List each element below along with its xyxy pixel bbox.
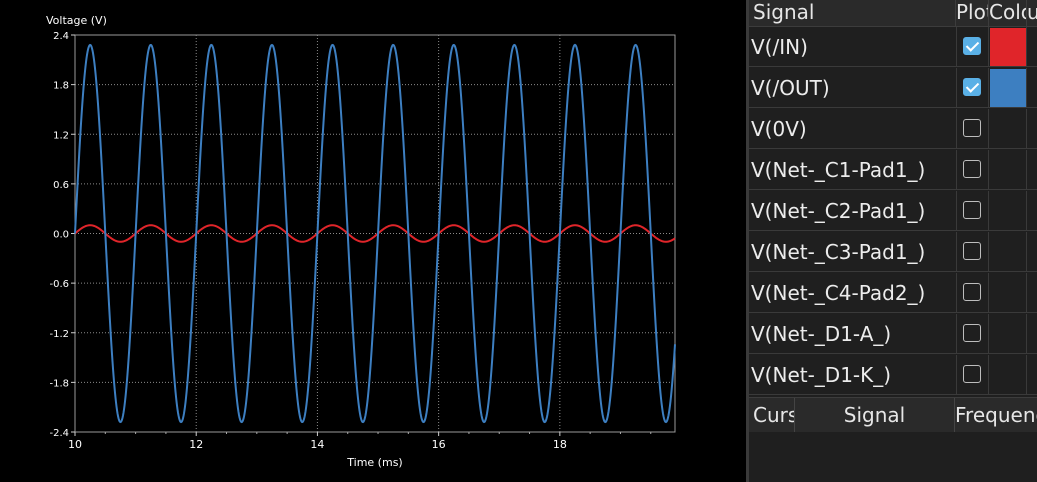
signals-panel: Signal Plot Colour u V(/IN) V(/OUT) V(0V) V… <box>749 0 1037 482</box>
plot-checkbox[interactable] <box>963 324 981 342</box>
extra-cell <box>1027 314 1037 354</box>
plot-cell <box>956 109 989 149</box>
signal-row[interactable]: V(0V) <box>749 109 1037 149</box>
plot-checkbox[interactable] <box>963 201 981 219</box>
y-tick-label: 1.2 <box>53 130 69 141</box>
plot-checkbox[interactable] <box>963 160 981 178</box>
x-tick-label: 18 <box>553 438 567 451</box>
plot-cell <box>956 232 989 272</box>
x-tick-label: 16 <box>432 438 446 451</box>
cursor-column-header[interactable]: Cursor <box>749 398 795 432</box>
colour-cell[interactable] <box>989 109 1027 149</box>
signal-name: V(Net-_C2-Pad1_) <box>751 199 926 223</box>
y-tick-label: 2.4 <box>53 31 69 42</box>
plot-cell <box>956 150 989 190</box>
signal-name: V(Net-_C1-Pad1_) <box>751 158 926 182</box>
extra-cell <box>1027 150 1037 190</box>
signal-row[interactable]: V(Net-_D1-K_) <box>749 355 1037 395</box>
plot-checkbox[interactable] <box>963 365 981 383</box>
plot-cell <box>956 314 989 354</box>
signal-name: V(/IN) <box>751 35 808 59</box>
extra-cell <box>1027 355 1037 395</box>
colour-cell[interactable] <box>989 232 1027 272</box>
y-tick-label: 0.6 <box>53 180 69 191</box>
x-tick-label: 12 <box>189 438 203 451</box>
y-axis-label: Voltage (V) <box>46 14 107 27</box>
signal-name: V(Net-_D1-A_) <box>751 322 892 346</box>
signal-row[interactable]: V(Net-_C1-Pad1_) <box>749 150 1037 190</box>
signal-name: V(Net-_C3-Pad1_) <box>751 240 926 264</box>
signal-row[interactable]: V(/OUT) <box>749 68 1037 108</box>
plot-checkbox[interactable] <box>963 37 981 55</box>
colour-swatch[interactable] <box>990 69 1026 107</box>
colour-cell[interactable] <box>989 273 1027 313</box>
colour-cell[interactable] <box>989 27 1027 67</box>
y-tick-label: 1.8 <box>53 81 69 92</box>
y-axis-ticks: 2.4 1.8 1.2 0.6 0.0 -0.6 -1.2 -1.8 -2.4 <box>49 31 75 439</box>
plot-checkbox[interactable] <box>963 78 981 96</box>
x-axis-ticks: 10 12 14 16 18 <box>68 432 652 451</box>
extra-cell <box>1027 68 1037 108</box>
plot-cell <box>956 273 989 313</box>
colour-cell[interactable] <box>989 355 1027 395</box>
plot-checkbox[interactable] <box>963 283 981 301</box>
x-tick-label: 10 <box>68 438 82 451</box>
signal-name: V(Net-_C4-Pad2_) <box>751 281 926 305</box>
x-axis-label: Time (ms) <box>346 456 402 469</box>
signal-name: V(0V) <box>751 117 807 141</box>
waveform-plot[interactable]: 2.4 1.8 1.2 0.6 0.0 -0.6 -1.2 -1.8 -2.4 10 12 14 16… <box>0 0 746 482</box>
signal-row[interactable]: V(/IN) <box>749 27 1037 67</box>
signal-name: V(/OUT) <box>751 76 830 100</box>
y-tick-label: 0.0 <box>53 230 69 241</box>
signal-row[interactable]: V(Net-_C2-Pad1_) <box>749 191 1037 231</box>
extra-cell <box>1027 27 1037 67</box>
signal-row[interactable]: V(Net-_D1-A_) <box>749 314 1037 354</box>
colour-cell[interactable] <box>989 314 1027 354</box>
extra-cell <box>1027 273 1037 313</box>
signal-row[interactable]: V(Net-_C3-Pad1_) <box>749 232 1037 272</box>
colour-cell[interactable] <box>989 150 1027 190</box>
extra-cell <box>1027 109 1037 149</box>
plot-checkbox[interactable] <box>963 119 981 137</box>
y-tick-label: -0.6 <box>49 279 69 290</box>
y-tick-label: -1.2 <box>49 329 69 340</box>
colour-column-header[interactable]: Colour <box>989 0 1027 26</box>
plot-cell <box>956 68 989 108</box>
plot-checkbox[interactable] <box>963 242 981 260</box>
plot-canvas[interactable]: 2.4 1.8 1.2 0.6 0.0 -0.6 -1.2 -1.8 -2.4 10 12 14 16… <box>0 0 746 482</box>
signal-name: V(Net-_D1-K_) <box>751 363 892 387</box>
extra-column-header[interactable]: u <box>1027 0 1037 26</box>
x-tick-label: 14 <box>310 438 324 451</box>
plot-cell <box>956 355 989 395</box>
signal-row[interactable]: V(Net-_C4-Pad2_) <box>749 273 1037 313</box>
extra-cell <box>1027 191 1037 231</box>
cursor-signal-column-header[interactable]: Signal <box>795 398 955 432</box>
colour-cell[interactable] <box>989 68 1027 108</box>
signals-table-header: Signal Plot Colour u <box>749 0 1037 27</box>
cursors-table-body <box>749 432 1037 482</box>
plot-cell <box>956 191 989 231</box>
y-tick-label: -2.4 <box>49 428 69 439</box>
colour-swatch[interactable] <box>990 28 1026 66</box>
plot-column-header[interactable]: Plot <box>956 0 989 26</box>
extra-cell <box>1027 232 1037 272</box>
colour-cell[interactable] <box>989 191 1027 231</box>
y-tick-label: -1.8 <box>49 378 69 389</box>
plot-cell <box>956 27 989 67</box>
frequency-column-header[interactable]: Frequency <box>955 398 1037 432</box>
cursors-table-header: Cursor Signal Frequency <box>749 397 1037 433</box>
signal-column-header[interactable]: Signal <box>749 0 956 26</box>
